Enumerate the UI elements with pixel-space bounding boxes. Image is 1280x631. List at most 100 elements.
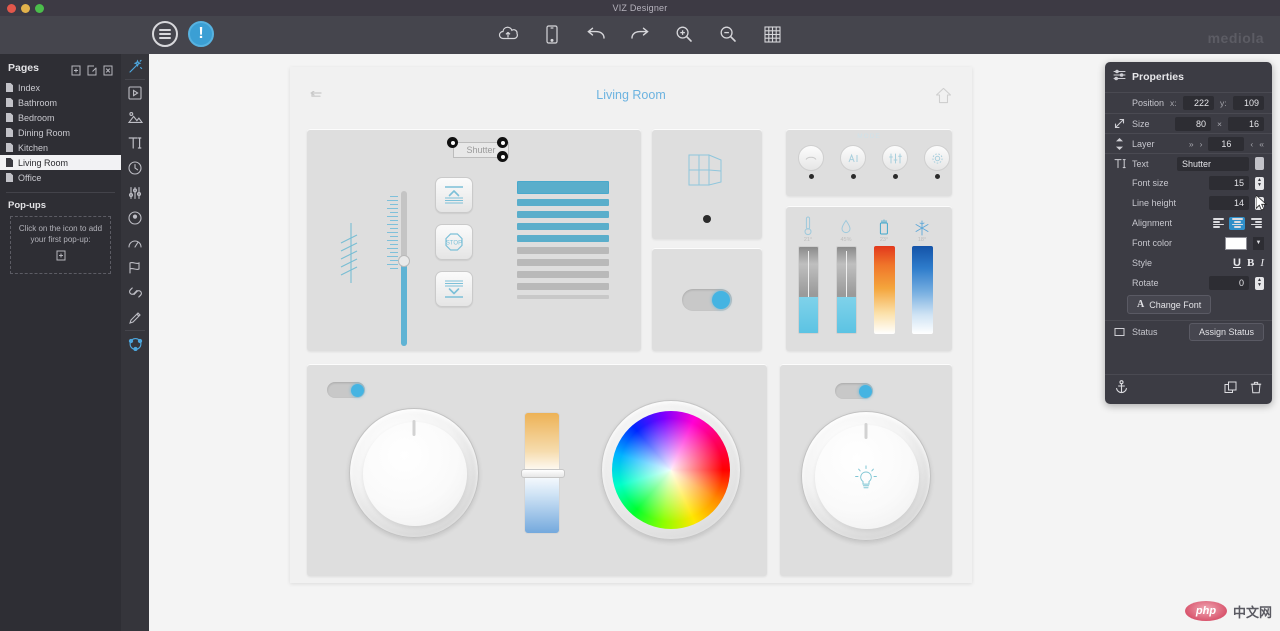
font-size-stepper[interactable]: ▲ ▼	[1255, 176, 1264, 190]
layer-bring-forward-button[interactable]: ‹	[1250, 139, 1253, 149]
lamp-dimmer-panel[interactable]	[780, 364, 952, 576]
shutter-down-icon[interactable]	[435, 271, 473, 307]
sidebar-item-kitchen[interactable]: Kitchen	[0, 140, 121, 155]
new-page-icon[interactable]	[71, 63, 81, 75]
style-underline-button[interactable]: U	[1233, 257, 1241, 269]
grid-icon[interactable]	[761, 22, 783, 46]
resize-handle-left[interactable]	[447, 137, 458, 148]
heating-icon	[877, 214, 891, 236]
mode-button-1[interactable]	[798, 145, 824, 179]
edit-page-icon[interactable]	[87, 63, 97, 75]
pencil-tool[interactable]	[121, 305, 149, 330]
mode-button-2[interactable]	[840, 145, 866, 179]
sidebar-item-bedroom[interactable]: Bedroom	[0, 110, 121, 125]
climate-gauges-panel[interactable]: 21° 45% 23° 18°	[786, 206, 952, 351]
size-height-input[interactable]: 16	[1228, 116, 1264, 131]
climate-gauge-temperature[interactable]: 21°	[796, 214, 820, 334]
color-wheel[interactable]	[612, 411, 730, 529]
sidebar-item-living-room[interactable]: Living Room	[0, 155, 121, 170]
light-color-panel[interactable]	[307, 364, 767, 576]
publish-cloud-icon[interactable]	[497, 22, 519, 46]
align-center-button[interactable]	[1229, 216, 1245, 230]
redo-icon[interactable]	[629, 22, 651, 46]
style-bold-button[interactable]: B	[1247, 257, 1254, 269]
zoom-in-icon[interactable]	[673, 22, 695, 46]
line-height-label: Line height	[1132, 198, 1177, 208]
chevron-down-icon[interactable]: ▼	[1253, 236, 1264, 250]
shutter-stop-icon[interactable]: STOP	[435, 224, 473, 260]
delete-page-icon[interactable]	[103, 63, 113, 75]
layer-value-input[interactable]: 16	[1208, 136, 1245, 151]
pointer-flag-tool[interactable]	[121, 255, 149, 280]
text-scrollbar[interactable]	[1255, 157, 1264, 170]
switch-toggle-panel[interactable]	[652, 248, 762, 351]
line-height-input[interactable]: 14	[1209, 196, 1249, 210]
toggle-switch[interactable]	[835, 383, 873, 399]
font-color-swatch[interactable]	[1225, 236, 1247, 250]
knob-tool[interactable]	[121, 205, 149, 230]
zoom-out-icon[interactable]	[717, 22, 739, 46]
window-status-panel[interactable]	[652, 129, 762, 239]
rotate-stepper[interactable]: ▲ ▼	[1255, 276, 1264, 290]
size-width-input[interactable]: 80	[1175, 116, 1212, 131]
warm-cool-slider[interactable]	[521, 412, 565, 534]
layer-send-backward-button[interactable]: ›	[1200, 139, 1203, 149]
mode-selector-panel[interactable]: MODE	[786, 129, 952, 196]
resize-handle-bottom-right[interactable]	[497, 151, 508, 162]
magic-wand-tool[interactable]	[121, 54, 149, 79]
node-connect-tool[interactable]	[121, 331, 149, 356]
layer-send-to-back-button[interactable]: »	[1189, 139, 1194, 149]
font-size-input[interactable]: 15	[1209, 176, 1249, 190]
layer-bring-to-front-button[interactable]: «	[1259, 139, 1264, 149]
link-tool[interactable]	[121, 280, 149, 305]
resize-handle-right[interactable]	[497, 137, 508, 148]
trash-icon[interactable]	[1250, 381, 1262, 399]
shutter-control-panel[interactable]: Shutter STOP	[307, 129, 641, 351]
layer-label: Layer	[1132, 138, 1155, 149]
image-tool[interactable]	[121, 105, 149, 130]
sidebar-item-bathroom[interactable]: Bathroom	[0, 95, 121, 110]
add-popup-icon[interactable]	[56, 248, 66, 266]
climate-gauge-cooling[interactable]: 18°	[910, 214, 934, 334]
shutter-up-icon[interactable]	[435, 177, 473, 213]
duplicate-icon[interactable]	[1224, 381, 1238, 399]
change-font-button[interactable]: A Change Font	[1127, 295, 1212, 314]
sidebar-item-index[interactable]: Index	[0, 80, 121, 95]
slider-tool[interactable]	[121, 180, 149, 205]
sidebar-item-office[interactable]: Office	[0, 170, 121, 185]
style-italic-button[interactable]: I	[1260, 257, 1264, 269]
assign-status-button[interactable]: Assign Status	[1188, 323, 1264, 341]
text-input[interactable]: Shutter	[1177, 156, 1249, 171]
device-preview-icon[interactable]	[541, 22, 563, 46]
mode-button-3[interactable]	[882, 145, 908, 179]
climate-gauge-humidity[interactable]: 45%	[834, 214, 858, 334]
align-right-button[interactable]	[1248, 217, 1264, 230]
video-tool[interactable]	[121, 80, 149, 105]
text-tool[interactable]	[121, 130, 149, 155]
dimmer-knob[interactable]	[349, 408, 479, 538]
toggle-switch[interactable]	[682, 289, 732, 311]
rotate-input[interactable]: 0	[1209, 276, 1249, 290]
position-y-input[interactable]: 109	[1232, 96, 1264, 110]
page-file-icon	[6, 158, 13, 167]
window-icon	[686, 151, 730, 196]
mode-manual-icon	[840, 145, 866, 171]
gauge-tool[interactable]	[121, 230, 149, 255]
alert-exclamation-icon[interactable]: !	[188, 21, 214, 47]
mode-button-4[interactable]	[924, 145, 950, 179]
shutter-level-slider[interactable]	[385, 191, 415, 346]
climate-gauge-heating[interactable]: 23°	[872, 214, 896, 334]
position-x-input[interactable]: 222	[1182, 96, 1215, 110]
toggle-switch[interactable]	[327, 382, 365, 398]
home-icon[interactable]	[935, 87, 952, 109]
sidebar-item-dining-room[interactable]: Dining Room	[0, 125, 121, 140]
warm-cool-knob[interactable]	[521, 469, 565, 478]
lamp-knob[interactable]	[801, 411, 931, 541]
align-left-button[interactable]	[1210, 217, 1226, 230]
anchor-icon[interactable]	[1115, 380, 1128, 399]
slider-knob[interactable]	[398, 255, 410, 267]
clock-tool[interactable]	[121, 155, 149, 180]
popups-empty-box[interactable]: Click on the icon to add your first pop-…	[10, 216, 111, 274]
undo-icon[interactable]	[585, 22, 607, 46]
hamburger-menu-icon[interactable]	[152, 21, 178, 47]
